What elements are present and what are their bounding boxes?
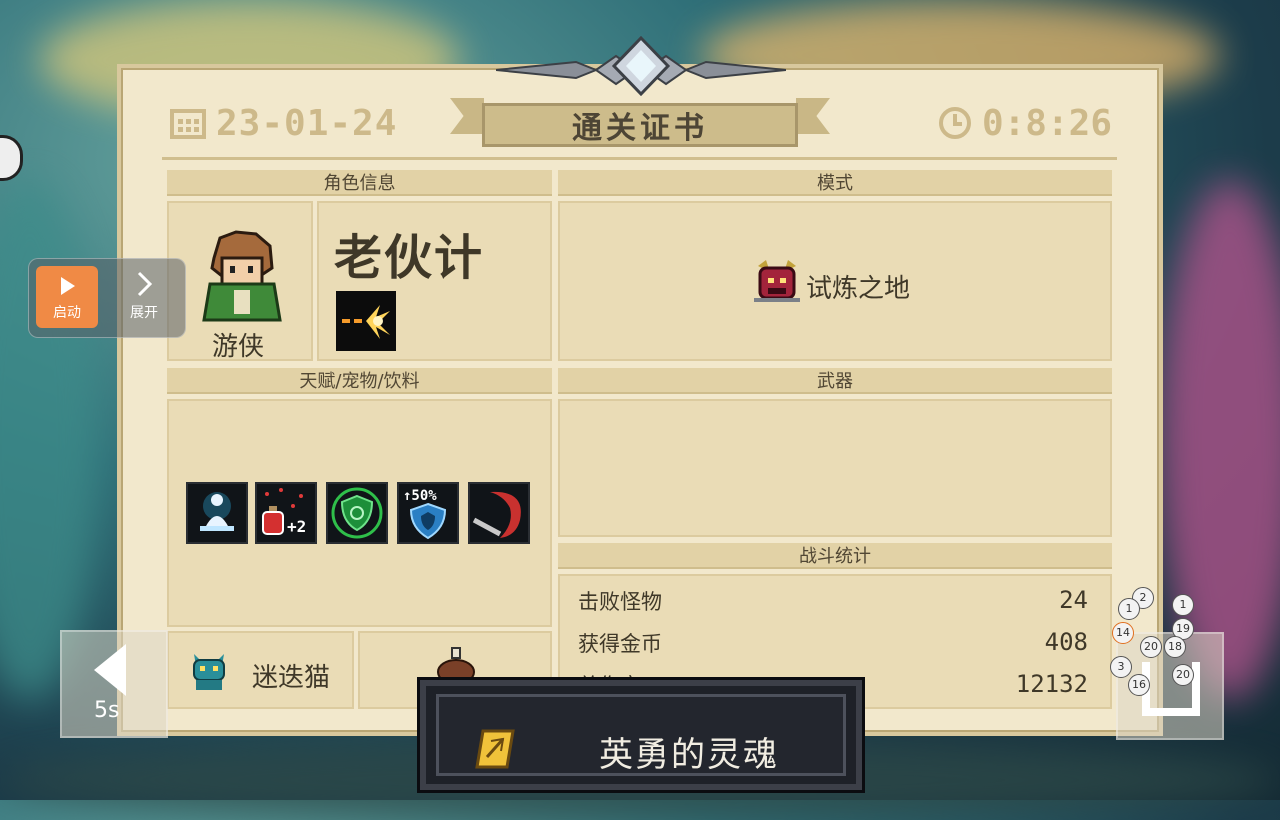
header-divider — [162, 157, 1117, 160]
potion-plus2-talent-icon: +2 — [262, 488, 306, 536]
stat-row-gold: 获得金币 408 — [578, 628, 1088, 658]
red-scythe-talent-icon — [472, 491, 521, 538]
top-ornament-icon — [496, 36, 786, 96]
talent-slot-1[interactable] — [186, 482, 248, 544]
drink-icon — [437, 647, 475, 682]
expand-button-label: 展开 — [130, 305, 158, 321]
weapons-header: 武器 — [558, 368, 1112, 394]
stat-row-kills: 击败怪物 24 — [578, 586, 1088, 616]
svg-text:↑50%: ↑50% — [403, 488, 437, 504]
character-name: 老伙计 — [334, 230, 485, 286]
pet-name: 迷迭猫 — [252, 663, 331, 693]
time-text: 0:8:26 — [981, 102, 1112, 144]
stat-value: 24 — [1059, 586, 1088, 614]
talent-slot-2[interactable]: +2 — [255, 482, 317, 544]
floating-dot-handle[interactable] — [0, 135, 23, 181]
certificate-title: 通关证书 — [482, 103, 798, 147]
talent-slot-3[interactable] — [326, 482, 388, 544]
bubble-badge: 14 — [1112, 622, 1134, 644]
skill-icon-box — [336, 291, 396, 351]
mode-name: 试炼之地 — [806, 274, 911, 304]
ranger-character-icon — [202, 230, 282, 322]
stat-value: 12132 — [1015, 670, 1088, 698]
arrow-shot-skill-icon — [342, 305, 390, 339]
clock-icon — [938, 107, 971, 139]
svg-text:+2: +2 — [287, 517, 306, 536]
character-class: 游侠 — [212, 332, 265, 362]
arrow-left-icon — [94, 644, 126, 696]
expand-button[interactable]: 展开 — [118, 266, 170, 328]
mode-header: 模式 — [558, 170, 1112, 196]
character-info-header: 角色信息 — [167, 170, 552, 196]
talent-slot-5[interactable] — [468, 482, 530, 544]
bubble-badge: 20 — [1140, 636, 1162, 658]
date-text: 23-01-24 — [216, 102, 398, 144]
stat-label: 获得金币 — [578, 632, 662, 656]
play-icon — [61, 277, 75, 295]
meditation-talent-icon — [200, 492, 234, 531]
battle-stats-header: 战斗统计 — [558, 543, 1112, 569]
achievement-toast: 英勇的灵魂 — [420, 680, 862, 790]
talent-slot-4[interactable]: ↑50% — [397, 482, 459, 544]
certificate-date: 23-01-24 — [170, 102, 397, 144]
bubble-badge: 16 — [1128, 674, 1150, 696]
weapons-panel — [558, 399, 1112, 537]
green-shield-talent-icon — [331, 487, 383, 539]
start-button[interactable]: 启动 — [36, 266, 98, 328]
shield-50-percent-talent-icon: ↑50% — [403, 488, 447, 540]
calendar-icon — [170, 109, 206, 139]
bubble-badge: 18 — [1164, 636, 1186, 658]
skip-countdown: 5s — [94, 698, 120, 723]
talents-header: 天赋/宠物/饮料 — [167, 368, 552, 394]
bubble-badge: 20 — [1172, 664, 1194, 686]
chevron-right-icon — [137, 271, 153, 297]
certificate-time: 0:8:26 — [938, 102, 1112, 144]
cat-pet-icon — [193, 654, 225, 690]
bubble-badge: 1 — [1172, 594, 1194, 616]
start-button-label: 启动 — [53, 305, 81, 321]
soul-card-icon — [475, 729, 515, 769]
bubble-badge: 3 — [1110, 656, 1132, 678]
toast-text: 英勇的灵魂 — [599, 735, 779, 775]
toast-inner: 英勇的灵魂 — [436, 694, 846, 776]
demon-mode-icon — [754, 260, 800, 302]
stat-label: 击败怪物 — [578, 590, 662, 614]
stat-value: 408 — [1044, 628, 1088, 656]
bubble-badge: 1 — [1118, 598, 1140, 620]
